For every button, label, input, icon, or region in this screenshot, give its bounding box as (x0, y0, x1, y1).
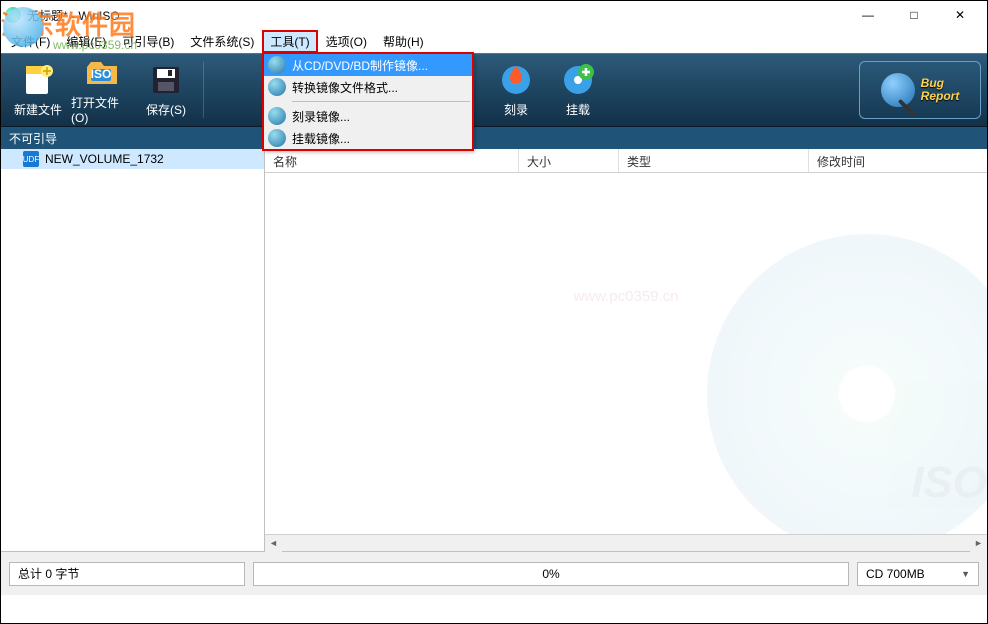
burn-icon (498, 62, 534, 98)
toolbar-separator (203, 62, 204, 118)
status-progress: 0% (253, 562, 849, 586)
disc-make-icon (268, 56, 286, 74)
media-selector[interactable]: CD 700MB ▼ (857, 562, 979, 586)
watermark-url: www.pc0359.cn (573, 288, 678, 305)
list-pane: 名称 大小 类型 修改时间 www.pc0359.cn ISO ◄ ► (265, 149, 987, 551)
new-file-icon (20, 62, 56, 98)
col-name[interactable]: 名称 (265, 149, 519, 172)
dd-mount-image[interactable]: 挂载镜像... (264, 127, 472, 149)
boot-status-bar: 不可引导 (1, 127, 987, 149)
app-icon (5, 7, 21, 23)
menu-help[interactable]: 帮助(H) (375, 30, 432, 53)
svg-text:ISO: ISO (91, 67, 112, 81)
menu-bar: 文件(F) 编辑(E) 可引导(B) 文件系统(S) 工具(T) 选项(O) 帮… (1, 29, 987, 53)
magnifier-icon (881, 73, 915, 107)
disc-convert-icon (268, 78, 286, 96)
scroll-left-icon[interactable]: ◄ (265, 535, 282, 552)
status-total: 总计 0 字节 (9, 562, 245, 586)
list-header: 名称 大小 类型 修改时间 (265, 149, 987, 173)
boot-status-label: 不可引导 (9, 130, 57, 147)
volume-icon: UDF (23, 151, 39, 167)
iso-watermark: ISO (707, 234, 987, 534)
scroll-right-icon[interactable]: ► (970, 535, 987, 552)
menu-boot[interactable]: 可引导(B) (114, 30, 182, 53)
menu-filesystem[interactable]: 文件系统(S) (182, 30, 262, 53)
dd-burn-image[interactable]: 刻录镜像... (264, 105, 472, 127)
dd-make-from-disc[interactable]: 从CD/DVD/BD制作镜像... (264, 54, 472, 76)
window-title: 无标题* - WinISO (27, 7, 845, 24)
disc-mount-icon (268, 129, 286, 147)
menu-edit[interactable]: 编辑(E) (58, 30, 114, 53)
workspace: UDF NEW_VOLUME_1732 名称 大小 类型 修改时间 www.pc… (1, 149, 987, 551)
col-size[interactable]: 大小 (519, 149, 619, 172)
open-file-button[interactable]: ISO 打开文件(O) (71, 58, 133, 122)
horizontal-scrollbar[interactable]: ◄ ► (265, 534, 987, 551)
bug-report-button[interactable]: BugReport (859, 61, 981, 119)
tools-dropdown: 从CD/DVD/BD制作镜像... 转换镜像文件格式... 刻录镜像... 挂载… (263, 53, 473, 150)
disc-burn-icon (268, 107, 286, 125)
dd-convert-format[interactable]: 转换镜像文件格式... (264, 76, 472, 98)
tree-root-item[interactable]: UDF NEW_VOLUME_1732 (1, 149, 264, 169)
save-icon (148, 62, 184, 98)
burn-button[interactable]: 刻录 (486, 58, 546, 122)
minimize-button[interactable]: — (845, 1, 891, 29)
mount-icon (560, 62, 596, 98)
menu-file[interactable]: 文件(F) (3, 30, 58, 53)
media-label: CD 700MB (866, 567, 925, 581)
close-button[interactable]: ✕ (937, 1, 983, 29)
save-button[interactable]: 保存(S) (135, 58, 197, 122)
col-mtime[interactable]: 修改时间 (809, 149, 987, 172)
col-type[interactable]: 类型 (619, 149, 809, 172)
toolbar: 新建文件 ISO 打开文件(O) 保存(S) 转换 刻录 挂载 BugRepo (1, 53, 987, 127)
new-file-button[interactable]: 新建文件 (7, 58, 69, 122)
chevron-down-icon: ▼ (961, 569, 970, 579)
menu-options[interactable]: 选项(O) (318, 30, 375, 53)
status-bar: 总计 0 字节 0% CD 700MB ▼ (1, 551, 987, 595)
dropdown-separator (292, 101, 470, 102)
open-file-icon: ISO (84, 55, 120, 91)
tree-pane[interactable]: UDF NEW_VOLUME_1732 (1, 149, 265, 551)
title-bar: 无标题* - WinISO — □ ✕ (1, 1, 987, 29)
maximize-button[interactable]: □ (891, 1, 937, 29)
mount-button[interactable]: 挂载 (548, 58, 608, 122)
menu-tools[interactable]: 工具(T) (262, 30, 317, 53)
list-body[interactable]: www.pc0359.cn ISO (265, 173, 987, 534)
tree-root-label: NEW_VOLUME_1732 (45, 152, 164, 166)
